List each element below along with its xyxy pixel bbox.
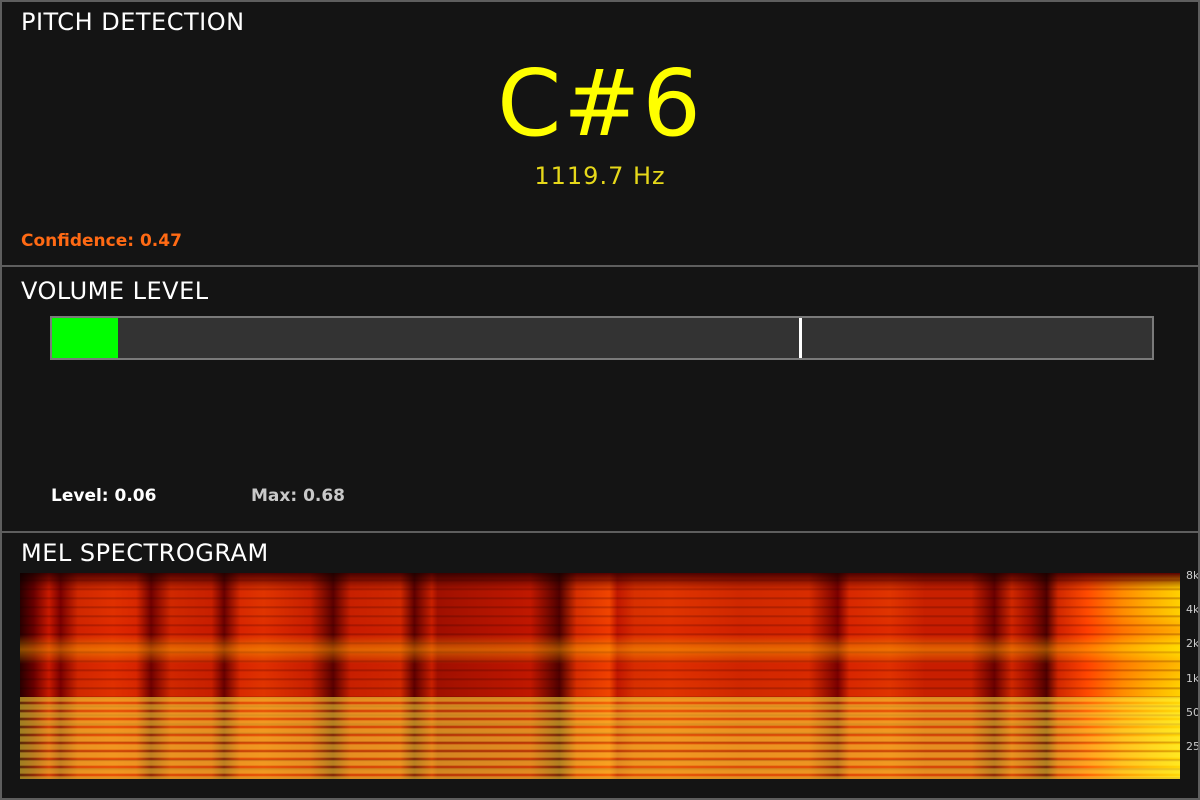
audio-analyzer: PITCH DETECTION C#6 1119.7 Hz Confidence… bbox=[0, 0, 1200, 800]
pitch-detection-panel: PITCH DETECTION C#6 1119.7 Hz Confidence… bbox=[0, 0, 1200, 267]
pitch-panel-title: PITCH DETECTION bbox=[21, 8, 245, 36]
level-readout: Level: 0.06 bbox=[51, 486, 157, 506]
freq-label-4k: 4k bbox=[1186, 603, 1200, 616]
max-readout: Max: 0.68 bbox=[251, 486, 346, 506]
freq-label-500: 500 bbox=[1186, 706, 1200, 719]
volume-level-panel: VOLUME LEVEL Level: 0.06 Max: 0.68 bbox=[0, 265, 1200, 533]
spectrogram-low-band-glow bbox=[20, 696, 1180, 779]
spectrogram-image bbox=[20, 573, 1180, 779]
detected-frequency: 1119.7 Hz bbox=[534, 162, 666, 190]
detected-note: C#6 bbox=[497, 50, 703, 157]
volume-meter bbox=[50, 316, 1154, 360]
freq-label-2k: 2k bbox=[1186, 637, 1200, 650]
mel-spectrogram-panel: MEL SPECTROGRAM 8k 4k 2k 1k 500 250 bbox=[0, 531, 1200, 800]
freq-label-250: 250 bbox=[1186, 740, 1200, 753]
confidence-readout: Confidence: 0.47 bbox=[21, 231, 182, 251]
volume-panel-title: VOLUME LEVEL bbox=[21, 277, 209, 305]
volume-meter-fill bbox=[52, 318, 118, 358]
spectrogram-mid-band bbox=[20, 634, 1180, 664]
freq-label-1k: 1k bbox=[1186, 672, 1200, 685]
volume-peak-marker bbox=[799, 318, 802, 358]
freq-label-8k: 8k bbox=[1186, 569, 1200, 582]
spectrogram-panel-title: MEL SPECTROGRAM bbox=[21, 539, 269, 567]
